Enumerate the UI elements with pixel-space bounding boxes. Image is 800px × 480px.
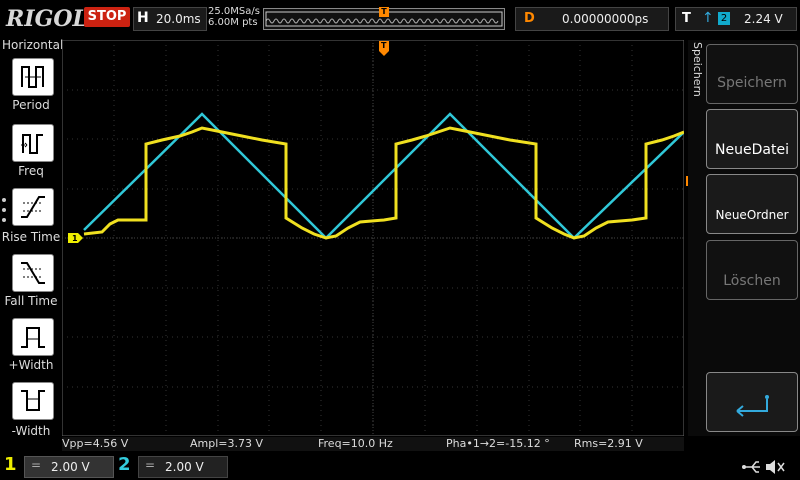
acquisition-info: 25.0MSa/s 6.00M pts	[208, 6, 260, 28]
fall-time-label: Fall Time	[4, 294, 58, 308]
measurement-rms[interactable]: Rms=2.91 V	[574, 437, 643, 451]
timebase-label: H	[137, 10, 149, 26]
trigger-top-label: T	[381, 41, 387, 50]
return-icon	[736, 395, 769, 417]
channel-1-scale-box[interactable]: = 2.00 V	[24, 456, 114, 478]
channel-2-scale-box[interactable]: = 2.00 V	[138, 456, 228, 478]
rising-edge-icon: ↑	[702, 10, 714, 26]
channel-2-scale: 2.00 V	[165, 460, 204, 474]
positive-width-icon	[21, 327, 45, 348]
trigger-source-badge: 2	[718, 12, 730, 25]
channel-2-coupling: =	[145, 458, 156, 472]
positive-width-button[interactable]	[12, 318, 54, 356]
memory-trigger-marker: T	[379, 7, 389, 17]
speichern-button[interactable]: Speichern	[706, 44, 798, 104]
measurement-freq[interactable]: Freq=10.0 Hz	[318, 437, 393, 451]
negative-width-icon	[21, 390, 45, 411]
frequency-icon	[21, 134, 43, 154]
measurement-ampl[interactable]: Ampl=3.73 V	[190, 437, 263, 451]
sample-rate: 25.0MSa/s	[208, 6, 260, 17]
delay-label: D	[524, 11, 535, 26]
channel-1-ground-label: 1	[72, 234, 78, 243]
timebase-value: 20.0ms	[156, 12, 201, 26]
status-icons	[742, 460, 785, 474]
rigol-logo: RIGOL	[6, 6, 88, 32]
channel-1-number[interactable]: 1	[4, 454, 17, 475]
neue-ordner-button[interactable]: NeueOrdner	[706, 174, 798, 234]
negative-width-button[interactable]	[12, 382, 54, 420]
freq-button[interactable]	[12, 124, 54, 162]
trigger-label: T	[682, 11, 691, 26]
rise-time-icon	[21, 196, 45, 218]
trigger-level: 2.24 V	[744, 12, 783, 26]
channel-1-coupling: =	[31, 458, 42, 472]
timebase-display[interactable]: H 20.0ms	[133, 7, 207, 31]
measurement-phase[interactable]: Pha•1→2=-15.12 °	[446, 437, 550, 451]
rise-time-button[interactable]	[12, 188, 54, 226]
delay-value: 0.00000000ps	[562, 12, 649, 26]
measurement-vpp[interactable]: Vpp=4.56 V	[62, 437, 128, 451]
delay-display[interactable]: D 0.00000000ps	[515, 7, 669, 31]
period-button[interactable]	[12, 58, 54, 96]
right-menu-title: Speichern	[691, 42, 704, 97]
period-label: Period	[12, 98, 50, 112]
positive-width-label: +Width	[8, 358, 54, 372]
channel-2-number[interactable]: 2	[118, 454, 131, 475]
period-icon	[21, 66, 44, 88]
fall-time-icon	[21, 262, 45, 284]
scroll-indicator	[2, 196, 8, 226]
trigger-display[interactable]: T ↑ 2 2.24 V	[675, 7, 797, 31]
mute-icon	[766, 460, 785, 474]
usb-icon	[742, 461, 760, 473]
neue-datei-button[interactable]: NeueDatei	[706, 109, 798, 169]
rise-time-label: Rise Time	[1, 230, 61, 244]
loeschen-button[interactable]: Löschen	[706, 240, 798, 300]
memory-overview: T	[263, 7, 505, 30]
negative-width-label: -Width	[11, 424, 51, 438]
waveform-display[interactable]	[62, 40, 684, 436]
freq-label: Freq	[18, 164, 44, 178]
fall-time-button[interactable]	[12, 254, 54, 292]
channel-1-scale: 2.00 V	[51, 460, 90, 474]
memory-depth: 6.00M pts	[208, 17, 258, 28]
left-menu-title: Horizontal	[2, 38, 64, 52]
return-button[interactable]	[706, 372, 798, 432]
run-stop-button[interactable]: STOP	[84, 7, 130, 27]
